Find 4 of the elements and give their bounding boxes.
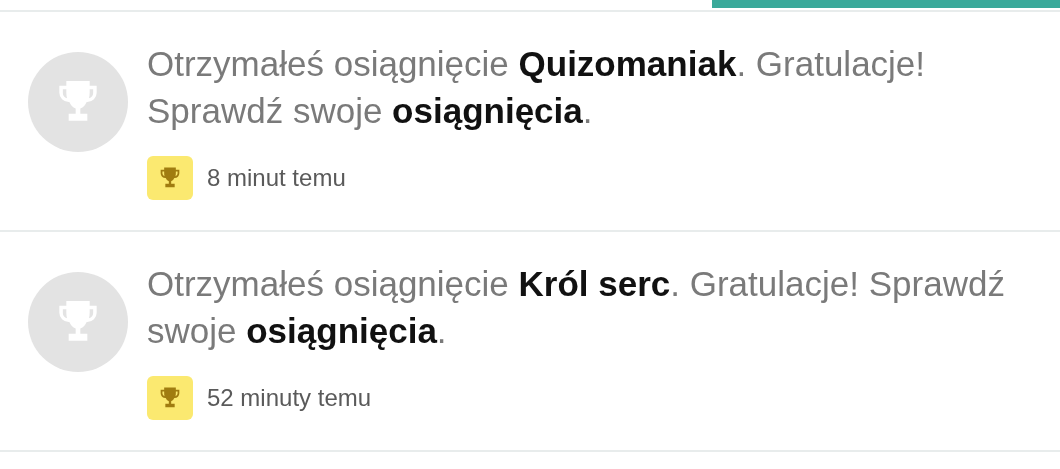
notification-message: Otrzymałeś osiągnięcie Quizomaniak. Gratulacje! Sprawdź swoje osiągnięcia.: [147, 43, 927, 132]
timestamp: 8 minut temu: [207, 164, 346, 192]
notification-message: Otrzymałeś osiągnięcie Król serc. Gratulacje! Sprawdź swoje osiągnięcia.: [147, 263, 1006, 352]
timestamp: 52 minuty temu: [207, 384, 372, 412]
